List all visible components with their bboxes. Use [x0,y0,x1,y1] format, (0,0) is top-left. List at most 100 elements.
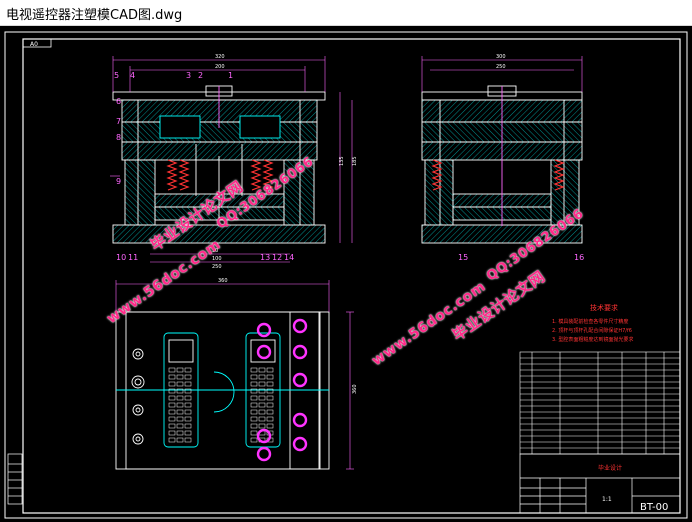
part-label-2: 2 [198,71,203,80]
remote-button-cavity [258,381,266,387]
tech-requirements-lines: 1. 模具装配前检查各零件尺寸精度 2. 顶杆与顶杆孔配合间隙保证H7/f6 3. … [552,318,633,343]
remote-button-cavity [250,381,258,387]
remote-button-cavity [176,430,184,436]
tech-requirement-line: 2. 顶杆与顶杆孔配合间隙保证H7/f6 [552,327,632,334]
remote-button-cavity [250,367,258,373]
tech-requirements-title: 技术要求 [590,303,618,312]
remote-button-cavity [266,395,274,401]
dim-side-width: 300 [496,54,506,60]
remote-button-cavity [250,430,258,436]
remote-button-cavity [184,374,192,380]
bom-frame [519,351,681,455]
part-label-13: 13 [260,253,270,262]
remote-button-cavity [168,430,176,436]
remote-button-cavity [266,402,274,408]
dim-front-width: 320 [215,54,225,60]
remote-button-cavity [258,374,266,380]
title-block-drawing-number: BT-00 [640,502,668,513]
dim-height-a: 135 [339,156,345,166]
remote-button-cavity [176,367,184,373]
part-label-7: 7 [116,117,121,126]
remote-button-cavity [266,409,274,415]
tech-requirement-line: 3. 型腔表面粗糙度达到镜面抛光要求 [552,336,633,343]
sheet-size-label: A0 [30,41,38,48]
remote-button-cavity [168,381,176,387]
part-label-1: 1 [228,71,233,80]
part-label-3: 3 [186,71,191,80]
remote-button-cavity [250,409,258,415]
remote-button-cavity [168,416,176,422]
part-label-15: 15 [458,253,468,262]
remote-button-cavity [168,409,176,415]
remote-button-cavity [250,374,258,380]
remote-button-cavity [176,416,184,422]
remote-button-cavity [176,437,184,443]
bill-of-materials [519,351,681,455]
remote-button-cavity [184,430,192,436]
remote-button-cavity [184,437,192,443]
tech-requirement-line: 1. 模具装配前检查各零件尺寸精度 [552,318,628,325]
remote-button-cavity [184,367,192,373]
remote-button-cavity [250,437,258,443]
remote-button-cavity [176,409,184,415]
remote-button-cavity [168,437,176,443]
remote-button-cavity [168,423,176,429]
part-label-12: 12 [272,253,282,262]
remote-button-cavity [266,367,274,373]
part-label-14: 14 [284,253,294,262]
remote-button-cavity [250,402,258,408]
part-label-16: 16 [574,253,584,262]
dim-side-inner: 250 [496,64,506,70]
remote-button-cavity [258,402,266,408]
remote-button-cavity [184,402,192,408]
remote-button-cavity [168,395,176,401]
dim-bottom-c: 250 [212,264,222,270]
part-label-6: 6 [116,97,121,106]
margin-strip [7,453,23,505]
plan-dimensions [115,280,354,470]
remote-button-cavity [266,381,274,387]
remote-button-cavity [266,423,274,429]
part-label-9: 9 [116,177,121,186]
part-label-5: 5 [114,71,119,80]
cad-drawing-canvas[interactable]: A0 320 200 135 185 30 100 250 5 4 3 2 1 … [0,26,692,522]
dim-front-inner: 200 [215,64,225,70]
dim-plan-width: 360 [218,278,228,284]
title-block-scale: 1:1 [602,496,612,503]
remote-button-cavity [258,367,266,373]
remote-button-cavity [258,395,266,401]
plan-view [115,311,330,470]
remote-button-cavity [168,402,176,408]
remote-button-cavity [258,423,266,429]
remote-button-cavity [176,381,184,387]
remote-button-cavity [168,367,176,373]
title-block-school: 毕业设计 [598,464,622,472]
remote-button-cavity [184,423,192,429]
remote-button-cavity [184,381,192,387]
part-label-8: 8 [116,133,121,142]
sheet-outer-border [4,31,688,519]
remote-button-cavity [176,395,184,401]
part-label-11: 11 [128,253,138,262]
remote-button-cavity [176,374,184,380]
remote-button-cavity [176,402,184,408]
part-label-4: 4 [130,71,135,80]
remote-button-cavity [184,409,192,415]
remote-button-cavity [184,395,192,401]
remote-button-cavity [250,416,258,422]
part-label-10: 10 [116,253,126,262]
remote-button-cavity [258,416,266,422]
dim-plan-height: 360 [352,384,358,394]
plan-remote-buttons [168,367,274,443]
remote-button-cavity [168,374,176,380]
remote-button-cavity [250,395,258,401]
remote-button-cavity [266,416,274,422]
dim-height-b: 185 [352,156,358,166]
window-titlebar: 电视遥控器注塑模CAD图.dwg [0,0,692,26]
remote-button-cavity [184,416,192,422]
remote-button-cavity [266,374,274,380]
remote-button-cavity [176,423,184,429]
cad-drawing: A0 320 200 135 185 30 100 250 5 4 3 2 16… [4,31,688,519]
remote-button-cavity [258,409,266,415]
remote-button-cavity [250,423,258,429]
